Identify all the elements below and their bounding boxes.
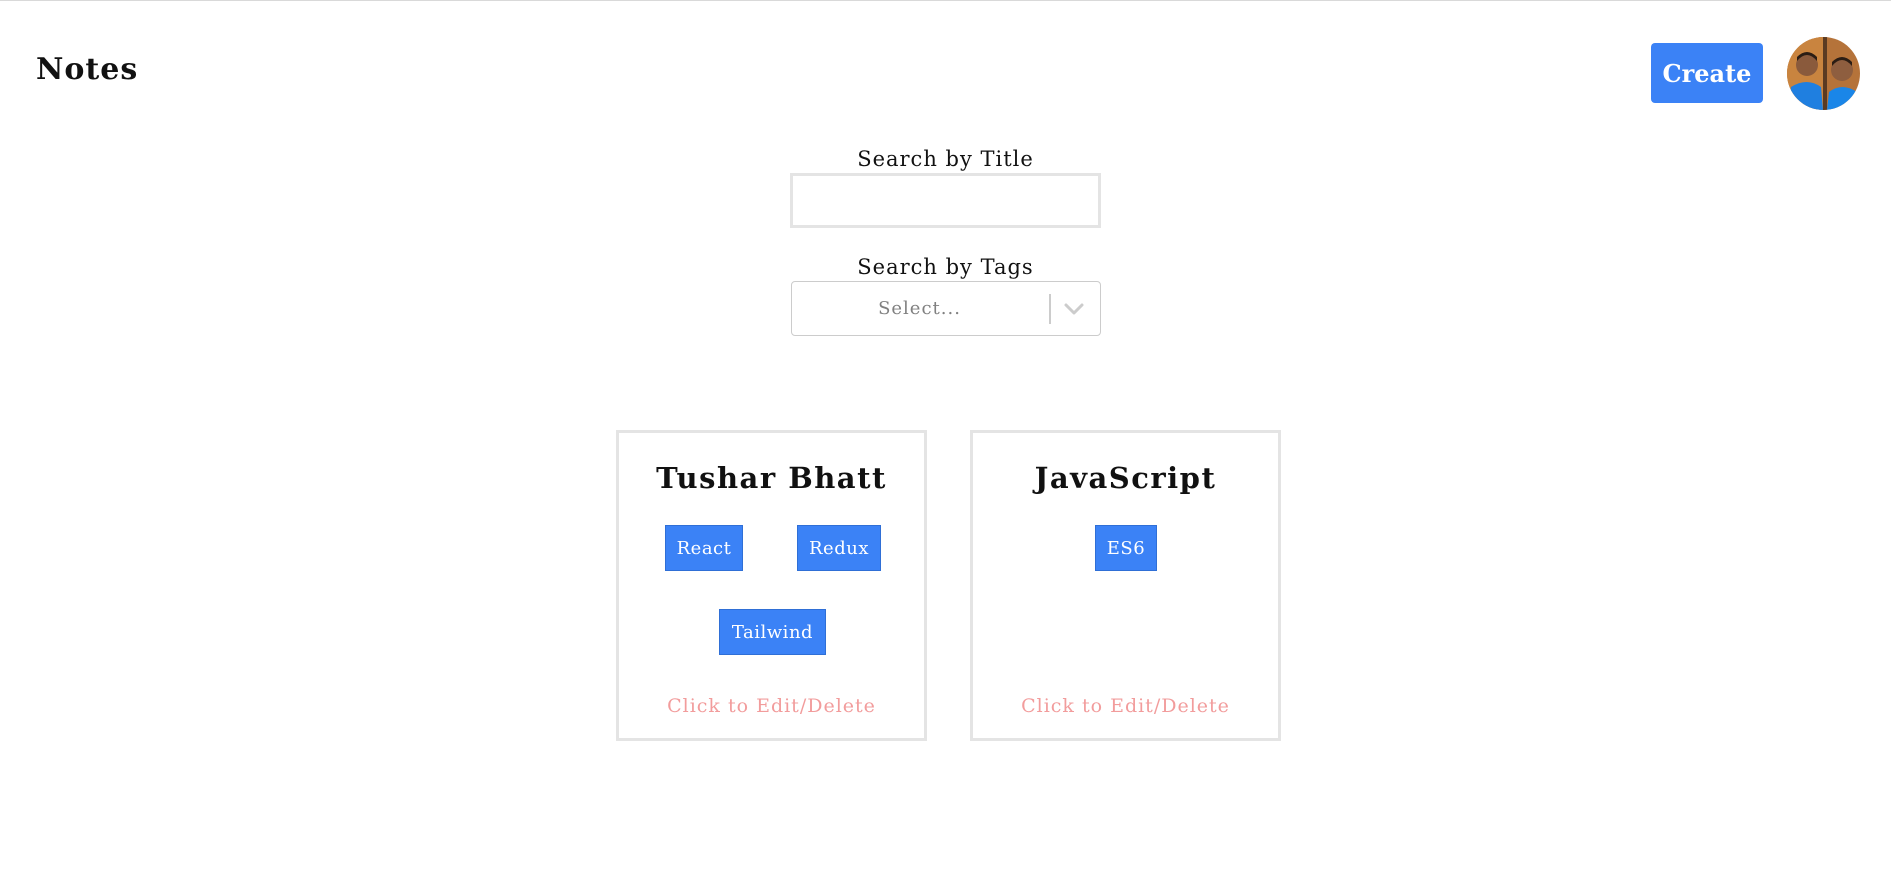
tags-search: Search by Tags Select... [0,255,1891,336]
app-title: Notes [36,52,139,87]
note-tag: ES6 [1095,525,1157,571]
note-card[interactable]: JavaScript ES6 Click to Edit/Delete [970,430,1281,741]
tags-select-separator [1048,294,1051,324]
tags-search-label: Search by Tags [857,255,1034,279]
note-title: Tushar Bhatt [656,461,887,495]
create-button[interactable]: Create [1651,43,1763,103]
note-card[interactable]: Tushar Bhatt React Redux Tailwind Click … [616,430,927,741]
note-tag: Redux [797,525,881,571]
avatar-photo-icon [1787,37,1860,110]
note-tag: Tailwind [719,609,826,655]
note-title: JavaScript [1034,461,1217,495]
note-tag: React [665,525,743,571]
chevron-down-icon[interactable] [1062,299,1086,319]
top-divider [0,0,1891,1]
title-search-input[interactable] [790,173,1101,228]
tags-select-placeholder: Select... [878,298,961,319]
tags-select[interactable]: Select... [790,281,1101,336]
edit-delete-link[interactable]: Click to Edit/Delete [973,695,1278,717]
edit-delete-link[interactable]: Click to Edit/Delete [619,695,924,717]
title-search: Search by Title [0,147,1891,228]
avatar[interactable] [1787,37,1860,110]
title-search-label: Search by Title [857,147,1034,171]
